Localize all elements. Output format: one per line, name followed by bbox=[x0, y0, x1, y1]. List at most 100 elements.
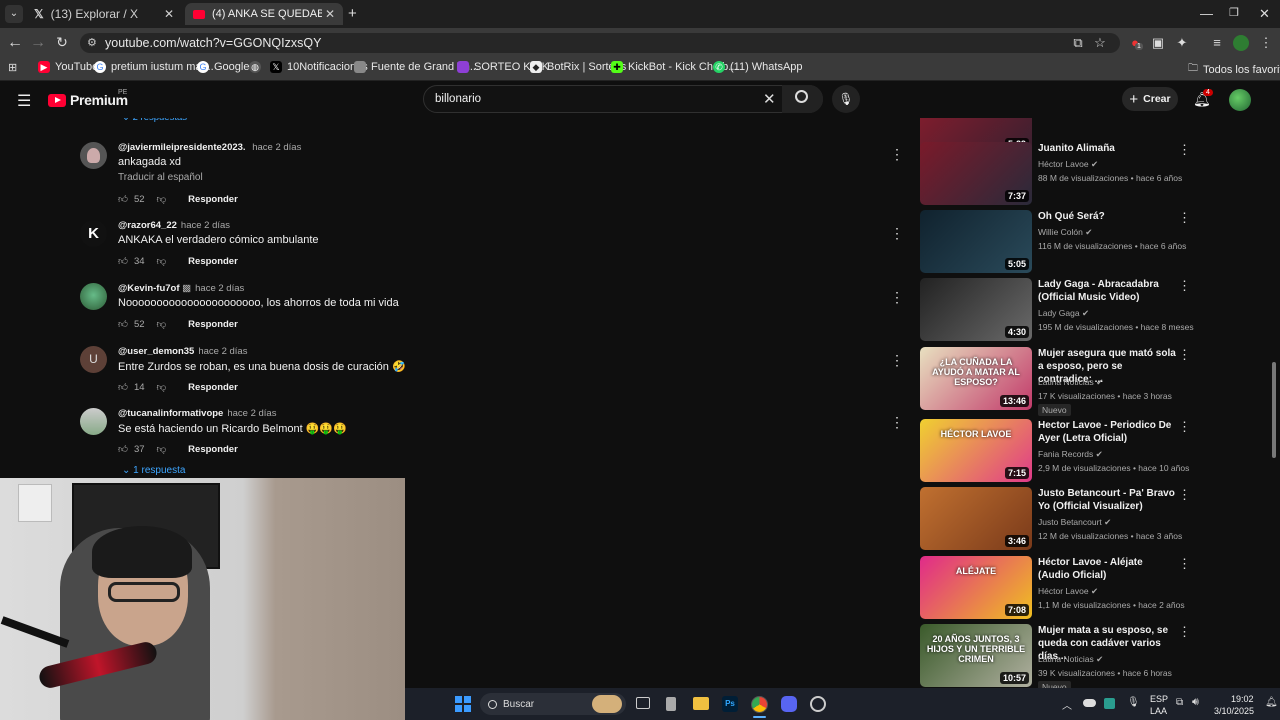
reply-button[interactable]: Responder bbox=[188, 194, 238, 205]
extension-icon[interactable]: ▣ bbox=[1150, 35, 1166, 51]
video-card[interactable]: 5:29 bbox=[920, 90, 1190, 153]
comment-author[interactable]: @javiermileipresidente2023. hace 2 días bbox=[118, 142, 301, 153]
apps-grid-icon[interactable]: ⊞ bbox=[8, 61, 17, 74]
comment-author[interactable]: @user_demon35 hace 2 días bbox=[118, 346, 247, 357]
reply-button[interactable]: Responder bbox=[188, 256, 238, 267]
replies-toggle[interactable]: ⌄ 1 respuesta bbox=[122, 465, 185, 476]
video-thumbnail[interactable]: ALÉJATE 7:08 bbox=[920, 556, 1032, 619]
forward-button[interactable]: → bbox=[29, 34, 47, 52]
close-icon[interactable]: ✕ bbox=[164, 7, 174, 21]
notification-center-icon[interactable]: 🔔︎ bbox=[1265, 697, 1278, 708]
video-card[interactable]: 4:30 Lady Gaga - Abracadabra (Official Mu… bbox=[920, 278, 1194, 344]
scrollbar-thumb[interactable] bbox=[1272, 362, 1276, 458]
microphone-icon[interactable]: 🎙︎ bbox=[1127, 697, 1140, 708]
site-info-icon[interactable]: ⚙ bbox=[87, 36, 97, 49]
video-title[interactable]: Juanito Alimaña bbox=[1038, 142, 1176, 155]
onedrive-icon[interactable] bbox=[1083, 699, 1096, 707]
video-thumbnail[interactable]: 7:37 bbox=[920, 142, 1032, 205]
dislike-icon[interactable]: 👎︎ bbox=[157, 318, 167, 330]
reply-button[interactable]: Responder bbox=[188, 319, 238, 330]
video-card[interactable]: 20 AÑOS JUNTOS, 3 HIJOS Y UN TERRIBLE CR… bbox=[920, 624, 1191, 693]
avatar[interactable]: U bbox=[80, 346, 107, 373]
like-icon[interactable]: 👍︎ bbox=[118, 255, 128, 267]
comment-menu-icon[interactable]: ⋮ bbox=[890, 290, 904, 304]
voice-search-button[interactable]: 🎙 bbox=[832, 85, 860, 113]
like-icon[interactable]: 👍︎ bbox=[118, 443, 128, 455]
reply-button[interactable]: Responder bbox=[188, 382, 238, 393]
new-tab-button[interactable]: + bbox=[348, 5, 357, 22]
bookmark-youtube[interactable]: ▶ YouTube bbox=[38, 61, 98, 73]
video-card[interactable]: HÉCTOR LAVOE 7:15 Hector Lavoe - Periodico… bbox=[920, 419, 1191, 485]
tab-search-button[interactable]: ⌄ bbox=[5, 5, 23, 23]
bookmark-whatsapp[interactable]: ✆ (11) WhatsApp bbox=[713, 61, 803, 73]
reload-button[interactable]: ↻ bbox=[53, 34, 71, 51]
video-title[interactable]: Hector Lavoe - Periodico De Ayer (Letra … bbox=[1038, 419, 1176, 445]
video-thumbnail[interactable]: 5:05 bbox=[920, 210, 1032, 273]
like-icon[interactable]: 👍︎ bbox=[118, 318, 128, 330]
taskbar-app-icon[interactable] bbox=[810, 696, 826, 712]
video-menu-icon[interactable]: ⋮ bbox=[1178, 210, 1191, 226]
chevron-up-icon[interactable]: ︿ bbox=[1062, 697, 1072, 712]
video-title[interactable]: Lady Gaga - Abracadabra (Official Music … bbox=[1038, 278, 1176, 304]
windows-start-icon[interactable] bbox=[455, 696, 471, 712]
comment-menu-icon[interactable]: ⋮ bbox=[890, 353, 904, 367]
video-channel[interactable]: Willie Colón ✔ bbox=[1038, 227, 1092, 238]
dislike-icon[interactable]: 👎︎ bbox=[157, 255, 167, 267]
tab-youtube-video[interactable]: (4) ANKA SE QUEDABA CON LA ✕ bbox=[185, 3, 343, 25]
hamburger-menu-icon[interactable]: ☰ bbox=[17, 91, 31, 111]
photoshop-icon[interactable]: Ps bbox=[722, 696, 738, 712]
task-view-icon[interactable] bbox=[636, 697, 650, 709]
volume-icon[interactable]: 🔊︎ bbox=[1192, 696, 1199, 709]
avatar[interactable]: K bbox=[80, 220, 107, 247]
video-card[interactable]: 7:37 Juanito Alimaña Héctor Lavoe ✔ 88 M de… bbox=[920, 142, 1191, 208]
avatar[interactable] bbox=[80, 408, 107, 435]
close-window-button[interactable]: ✕ bbox=[1259, 6, 1270, 22]
comment-author[interactable]: @tucanalinformativope hace 2 días bbox=[118, 408, 276, 419]
video-channel[interactable]: Justo Betancourt ✔ bbox=[1038, 517, 1111, 528]
video-thumbnail[interactable]: HÉCTOR LAVOE 7:15 bbox=[920, 419, 1032, 482]
bookmark-google[interactable]: G Google bbox=[197, 61, 249, 73]
search-input[interactable]: billonario bbox=[435, 93, 481, 105]
video-thumbnail[interactable]: 4:30 bbox=[920, 278, 1032, 341]
like-icon[interactable]: 👍︎ bbox=[118, 193, 128, 205]
video-title[interactable]: Oh Qué Será? bbox=[1038, 210, 1176, 223]
network-icon[interactable]: ⧉ bbox=[1176, 697, 1183, 708]
taskbar-app-icon[interactable] bbox=[666, 697, 676, 711]
video-thumbnail[interactable]: ¿LA CUÑADA LA AYUDÓ A MATAR AL ESPOSO? 13… bbox=[920, 347, 1032, 410]
video-menu-icon[interactable]: ⋮ bbox=[1178, 624, 1191, 640]
comment-menu-icon[interactable]: ⋮ bbox=[890, 226, 904, 240]
video-menu-icon[interactable]: ⋮ bbox=[1178, 347, 1191, 363]
bookmark-star-icon[interactable]: ☆ bbox=[1092, 35, 1108, 51]
translate-link[interactable]: Traducir al español bbox=[118, 172, 203, 183]
video-title[interactable]: Héctor Lavoe - Aléjate (Audio Oficial) bbox=[1038, 556, 1176, 582]
all-favorites[interactable]: 🗀Todos los favoritos bbox=[1188, 61, 1280, 78]
close-icon[interactable]: ✕ bbox=[325, 7, 335, 21]
comment-author[interactable]: @razor64_22 hace 2 días bbox=[118, 220, 230, 231]
comment-menu-icon[interactable]: ⋮ bbox=[890, 415, 904, 429]
bookmark-pretium[interactable]: Gpretium iustum mat... bbox=[94, 61, 214, 73]
back-button[interactable]: ← bbox=[6, 34, 24, 52]
bookmark-globe[interactable]: ◍ bbox=[249, 61, 266, 73]
video-channel[interactable]: Latina Noticias ✔ bbox=[1038, 377, 1103, 388]
video-thumbnail[interactable]: 3:46 bbox=[920, 487, 1032, 550]
video-channel[interactable]: Lady Gaga ✔ bbox=[1038, 308, 1089, 319]
reading-list-icon[interactable]: ≡ bbox=[1209, 35, 1225, 51]
video-channel[interactable]: Héctor Lavoe ✔ bbox=[1038, 586, 1098, 597]
video-channel[interactable]: Latina Noticias ✔ bbox=[1038, 654, 1103, 665]
menu-kebab-icon[interactable]: ⋮ bbox=[1258, 35, 1274, 51]
install-app-icon[interactable]: ⧉ bbox=[1070, 35, 1086, 51]
tab-explorar-x[interactable]: 𝕏 (13) Explorar / X ✕ bbox=[26, 3, 182, 25]
video-menu-icon[interactable]: ⋮ bbox=[1178, 419, 1191, 435]
tray-app-icon[interactable] bbox=[1104, 698, 1115, 709]
minimize-button[interactable]: — bbox=[1200, 6, 1213, 21]
clear-search-icon[interactable]: ✕ bbox=[763, 90, 776, 108]
video-card[interactable]: 5:05 Oh Qué Será? Willie Colón ✔ 116 M de v… bbox=[920, 210, 1191, 276]
avatar[interactable] bbox=[80, 283, 107, 310]
video-channel[interactable]: Héctor Lavoe ✔ bbox=[1038, 159, 1098, 170]
video-channel[interactable]: Fania Records ✔ bbox=[1038, 449, 1103, 460]
account-avatar[interactable] bbox=[1229, 89, 1251, 111]
video-menu-icon[interactable]: ⋮ bbox=[1178, 556, 1191, 572]
dislike-icon[interactable]: 👎︎ bbox=[157, 193, 167, 205]
youtube-logo[interactable]: Premium bbox=[48, 92, 128, 108]
video-menu-icon[interactable]: ⋮ bbox=[1178, 142, 1191, 158]
